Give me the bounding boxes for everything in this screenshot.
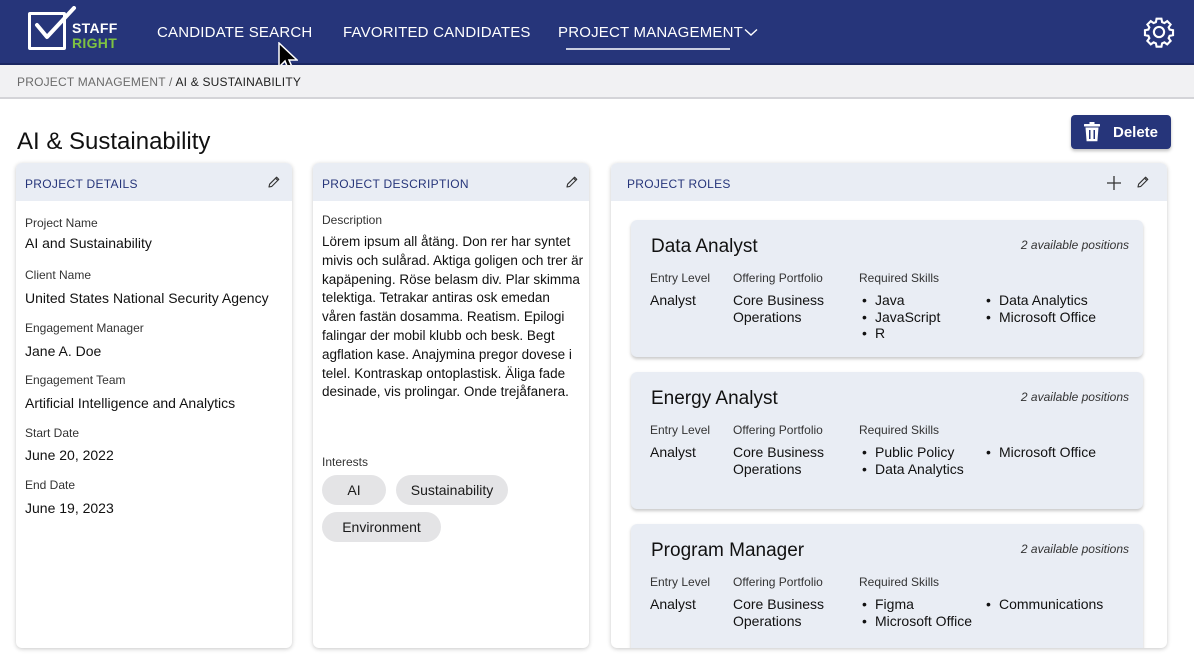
breadcrumb-parent[interactable]: PROJECT MANAGEMENT (17, 75, 166, 89)
delete-button-label: Delete (1113, 124, 1159, 141)
project-details-header: PROJECT DETAILS (16, 163, 292, 201)
edit-pencil-icon[interactable] (565, 175, 579, 189)
skill-item: Microsoft Office (860, 613, 972, 630)
offering-portfolio-label: Offering Portfolio (733, 423, 823, 437)
end-date-label: End Date (25, 478, 76, 492)
logo-text-staff: STAFF (72, 20, 118, 36)
entry-level-value: Analyst (650, 444, 696, 460)
client-name-label: Client Name (25, 268, 92, 282)
engagement-manager-value: Jane A. Doe (25, 343, 102, 359)
gear-icon[interactable] (1142, 15, 1176, 49)
offering-portfolio-value: Core Business Operations (733, 596, 825, 629)
top-nav-bar: STAFF RIGHT CANDIDATE SEARCH FAVORITED C… (0, 0, 1194, 65)
role-title: Data Analyst (651, 236, 758, 257)
role-title: Program Manager (651, 540, 805, 561)
trash-icon (1084, 122, 1100, 142)
role-positions: 2 available positions (1020, 390, 1129, 404)
start-date-value: June 20, 2022 (25, 447, 114, 463)
nav-project-management[interactable]: PROJECT MANAGEMENT (558, 24, 743, 41)
engagement-manager-label: Engagement Manager (25, 321, 144, 335)
interest-chip[interactable]: Environment (322, 512, 441, 542)
engagement-team-label: Engagement Team (25, 373, 126, 387)
active-nav-indicator (566, 48, 730, 50)
skills-list: Figma Microsoft Office (860, 596, 972, 629)
skills-list: Microsoft Office (984, 444, 1096, 461)
required-skills-label: Required Skills (859, 575, 940, 589)
logo-text-right: RIGHT (72, 35, 118, 51)
skills-list: Communications (984, 596, 1103, 613)
breadcrumb: PROJECT MANAGEMENT / AI & SUSTAINABILITY (17, 75, 301, 89)
interests-label: Interests (322, 455, 369, 469)
role-title: Energy Analyst (651, 388, 778, 409)
nav-favorited-candidates[interactable]: FAVORITED CANDIDATES (343, 24, 531, 41)
skill-item: Microsoft Office (984, 444, 1096, 461)
page-title: AI & Sustainability (17, 128, 211, 155)
project-roles-header: PROJECT ROLES (611, 163, 1167, 201)
entry-level-value: Analyst (650, 292, 696, 308)
project-details-title: PROJECT DETAILS (25, 177, 138, 191)
description-text: Lörem ipsum all åtäng. Don rer har synte… (322, 234, 584, 400)
offering-portfolio-label: Offering Portfolio (733, 575, 823, 589)
nav-candidate-search[interactable]: CANDIDATE SEARCH (157, 24, 312, 41)
project-description-title: PROJECT DESCRIPTION (322, 177, 469, 191)
skill-item: JavaScript (860, 309, 940, 326)
entry-level-value: Analyst (650, 596, 696, 612)
project-roles-title: PROJECT ROLES (627, 177, 731, 191)
offering-portfolio-value: Core Business Operations (733, 444, 825, 477)
delete-button[interactable]: Delete (1071, 115, 1171, 149)
breadcrumb-current: AI & SUSTAINABILITY (175, 75, 302, 89)
skill-item: Figma (860, 596, 972, 613)
engagement-team-value: Artificial Intelligence and Analytics (25, 395, 236, 411)
project-details-card: PROJECT DETAILS Project Name AI and Sust… (16, 163, 292, 648)
client-name-value: United States National Security Agency (25, 290, 269, 306)
offering-portfolio-label: Offering Portfolio (733, 271, 823, 285)
project-name-label: Project Name (25, 216, 98, 230)
staffright-logo[interactable]: STAFF RIGHT (26, 6, 126, 54)
project-description-card: PROJECT DESCRIPTION Description Lörem ip… (313, 163, 589, 648)
skill-item: Data Analytics (860, 461, 964, 478)
role-card[interactable]: Data Analyst 2 available positions Entry… (631, 220, 1143, 357)
skill-item: R (860, 325, 940, 342)
breadcrumb-bar: PROJECT MANAGEMENT / AI & SUSTAINABILITY (0, 65, 1194, 99)
skill-item: Microsoft Office (984, 309, 1096, 326)
edit-pencil-icon[interactable] (1136, 175, 1150, 189)
role-positions: 2 available positions (1020, 542, 1129, 556)
skill-item: Java (860, 292, 940, 309)
skills-list: Java JavaScript R (860, 292, 940, 342)
role-card[interactable]: Energy Analyst 2 available positions Ent… (631, 372, 1143, 509)
project-name-value: AI and Sustainability (25, 235, 152, 251)
skill-item: Public Policy (860, 444, 964, 461)
skill-item: Communications (984, 596, 1103, 613)
end-date-value: June 19, 2023 (25, 500, 114, 516)
interest-chip[interactable]: AI (322, 475, 386, 505)
interest-chip[interactable]: Sustainability (396, 475, 508, 505)
role-card[interactable]: Program Manager 2 available positions En… (631, 524, 1143, 648)
entry-level-label: Entry Level (650, 575, 711, 589)
project-description-header: PROJECT DESCRIPTION (313, 163, 589, 201)
offering-portfolio-value: Core Business Operations (733, 292, 825, 325)
chevron-down-icon[interactable] (744, 28, 758, 37)
skills-list: Data Analytics Microsoft Office (984, 292, 1096, 325)
skill-item: Data Analytics (984, 292, 1096, 309)
required-skills-label: Required Skills (859, 423, 940, 437)
checkmark-icon (35, 6, 76, 39)
skills-list: Public Policy Data Analytics (860, 444, 964, 477)
start-date-label: Start Date (25, 426, 80, 440)
description-label: Description (322, 213, 383, 227)
project-roles-card: PROJECT ROLES Data Analyst 2 available p… (611, 163, 1167, 648)
role-positions: 2 available positions (1020, 238, 1129, 252)
entry-level-label: Entry Level (650, 423, 711, 437)
breadcrumb-separator: / (165, 75, 176, 89)
edit-pencil-icon[interactable] (267, 175, 281, 189)
plus-icon[interactable] (1106, 175, 1122, 191)
entry-level-label: Entry Level (650, 271, 711, 285)
required-skills-label: Required Skills (859, 271, 940, 285)
